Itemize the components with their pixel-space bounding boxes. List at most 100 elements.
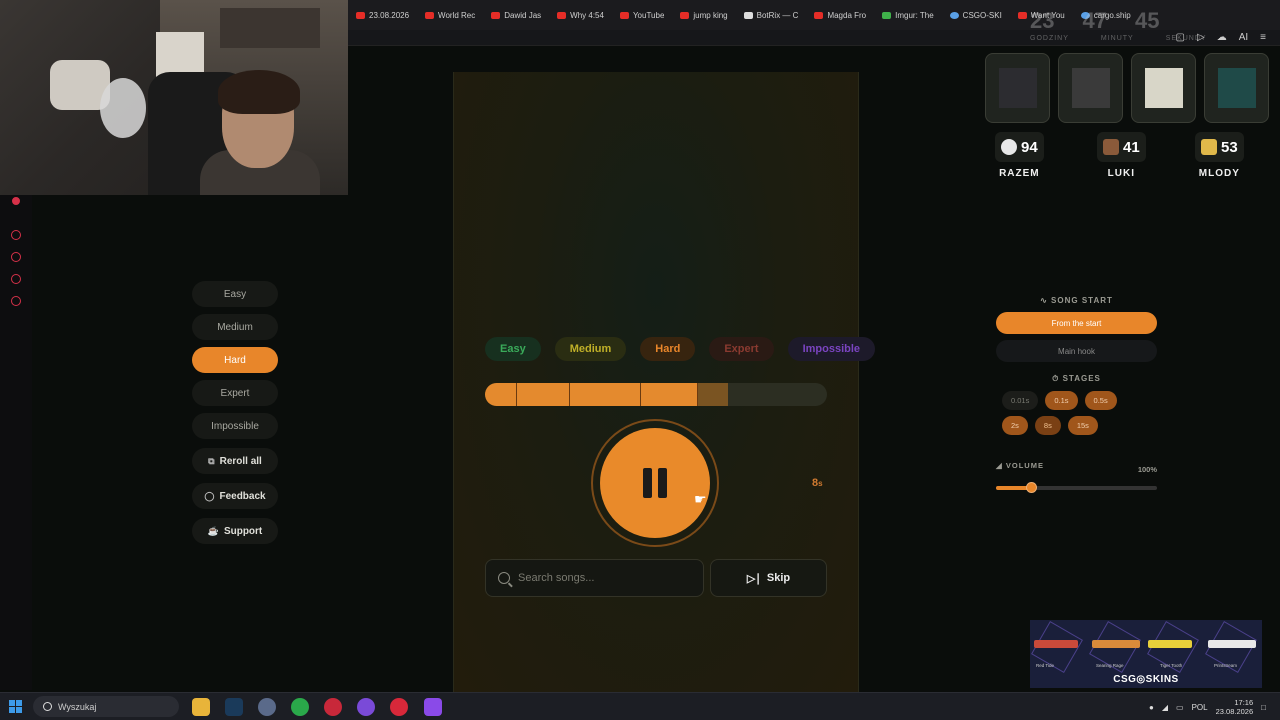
difficulty-easy-button[interactable]: Easy (192, 281, 278, 307)
browser-tab[interactable]: Dawid Jas (483, 0, 549, 30)
support-label: Support (223, 525, 263, 537)
clock-label: GODZINY (1030, 35, 1069, 42)
settings-gear-icon[interactable] (258, 698, 276, 716)
browser-tab[interactable]: jump king (672, 0, 735, 30)
youtube-icon (680, 11, 690, 19)
stage-chip[interactable]: 0.1s (1045, 391, 1078, 410)
from-start-option[interactable]: From the start (996, 312, 1157, 334)
volume-icon[interactable]: ◢ (1162, 703, 1168, 712)
browser-tab[interactable]: Magda Fro (806, 0, 874, 30)
battery-icon[interactable]: ▭ (1176, 703, 1184, 712)
browser-tab[interactable]: CSGO-SKI (942, 0, 1010, 30)
webcam-person-hair (218, 70, 300, 114)
imgur-icon (882, 11, 892, 19)
tab-label: 23.08.2026 (369, 10, 410, 20)
difficulty-expert-button[interactable]: Expert (192, 380, 278, 406)
wither-skeleton-icon (998, 68, 1037, 108)
youtube-icon (619, 11, 629, 19)
windows-start-icon[interactable] (9, 700, 22, 713)
waveform-icon: ∿ (1040, 296, 1052, 305)
stage-chip[interactable]: 0.5s (1084, 391, 1117, 410)
feedback-button[interactable]: ◯ Feedback (192, 483, 278, 509)
stage-chip-selected[interactable]: 8s (1034, 416, 1061, 435)
ghast-icon (1144, 68, 1183, 108)
stage-chip[interactable]: 0.01s (1002, 391, 1039, 410)
stages-header: ⏱ STAGES (996, 374, 1157, 384)
support-button[interactable]: ☕ Support (192, 518, 278, 544)
game-panel (453, 72, 859, 692)
discord-icon[interactable] (424, 698, 442, 716)
mic-icon[interactable]: ● (1149, 703, 1154, 712)
main-hook-option[interactable]: Main hook (996, 340, 1157, 362)
xbox-icon[interactable] (291, 698, 309, 716)
browser-tab[interactable]: 23.08.2026 (348, 0, 417, 30)
volume-slider[interactable] (996, 482, 1157, 493)
difficulty-menu: Easy Medium Hard Expert Impossible ⧉ Rero… (192, 281, 278, 553)
skip-label: Skip (766, 572, 791, 584)
difficulty-medium-button[interactable]: Medium (192, 314, 278, 340)
pause-button[interactable] (600, 428, 710, 538)
skull-icon (1001, 139, 1017, 155)
stage-divider (569, 383, 570, 406)
browser-tab[interactable]: World Rec (417, 0, 483, 30)
settings-icon[interactable] (11, 296, 21, 306)
player-name: RAZEM (999, 168, 1040, 179)
volume-knob[interactable] (1026, 482, 1038, 493)
stage-chip[interactable]: 15s (1067, 416, 1098, 435)
opera-gx-taskbar-icon[interactable] (324, 698, 342, 716)
speaker-icon: ◢ (996, 461, 1006, 470)
settings-panel: ∿ SONG START From the start Main hook ⏱ … (996, 296, 1157, 493)
browser-tab[interactable]: Why 4:54 (549, 0, 612, 30)
stream-clock-labels: GODZINY MINUTY SEKUNDY (1030, 35, 1207, 42)
search-icon (43, 702, 52, 711)
difficulty-impossible-button[interactable]: Impossible (192, 413, 278, 439)
messenger-icon[interactable] (11, 274, 21, 284)
wither-icon (1071, 68, 1110, 108)
tray-clock[interactable]: 17:16 23.08.2026 (1216, 698, 1254, 716)
browser-tab[interactable]: Imgur: The (874, 0, 942, 30)
youtube-icon (557, 11, 567, 19)
tray-time: 17:16 (1234, 698, 1254, 707)
song-search-input[interactable] (518, 572, 688, 584)
song-progress-bar[interactable] (485, 383, 827, 406)
language-indicator[interactable]: POL (1192, 703, 1208, 712)
song-search[interactable] (485, 559, 704, 597)
difficulty-hard-button[interactable]: Hard (192, 347, 278, 373)
skip-button[interactable]: ▷∣ Skip (710, 559, 827, 597)
csgo-skins-ad[interactable]: Red Tide Searing Rage Tiger Tooth Prints… (1030, 620, 1262, 688)
wither-card (1058, 53, 1123, 123)
history-icon[interactable] (11, 252, 21, 262)
stage-timer: 8s (812, 477, 823, 489)
botrix-icon (743, 11, 753, 19)
reroll-icon: ⧉ (208, 455, 215, 466)
stage-divider (640, 383, 641, 406)
file-explorer-icon[interactable] (192, 698, 210, 716)
knife-tiger-tooth-icon (1148, 640, 1192, 648)
app-red-icon[interactable] (390, 698, 408, 716)
progress-buffered (697, 383, 728, 406)
opera-gx-icon[interactable] (12, 197, 20, 205)
stage-chip[interactable]: 2s (1002, 416, 1028, 435)
reroll-all-button[interactable]: ⧉ Reroll all (192, 448, 278, 474)
warden-card (1204, 53, 1269, 123)
ai-button[interactable]: AI (1239, 32, 1248, 43)
desktop: 23.08.2026 World Rec Dawid Jas Why 4:54 … (0, 0, 1280, 720)
notification-icon[interactable]: □ (1261, 703, 1266, 712)
cloud-icon[interactable]: ☁ (1217, 32, 1227, 43)
stages-list: 0.01s 0.1s 0.5s 2s 8s 15s (996, 391, 1136, 435)
score-value: 53 (1221, 138, 1238, 156)
ad-brand: CSG◎SKINS (1113, 674, 1179, 685)
coffee-icon: ☕ (207, 525, 219, 536)
sidebar-circle-icon[interactable] (11, 230, 21, 240)
browser-tab[interactable]: BotRix — C (736, 0, 807, 30)
score-razem: 94 RAZEM (995, 132, 1044, 179)
app-purple-icon[interactable] (357, 698, 375, 716)
youtube-icon (1017, 11, 1027, 19)
steam-icon[interactable] (225, 698, 243, 716)
taskbar-search[interactable]: Wyszukaj (33, 696, 179, 717)
browser-tab[interactable]: YouTube (612, 0, 672, 30)
menu-icon[interactable]: ≡ (1260, 32, 1266, 43)
tab-label: Dawid Jas (504, 10, 542, 20)
browser-sidebar (0, 195, 32, 690)
pill-hard: Hard (640, 337, 696, 361)
